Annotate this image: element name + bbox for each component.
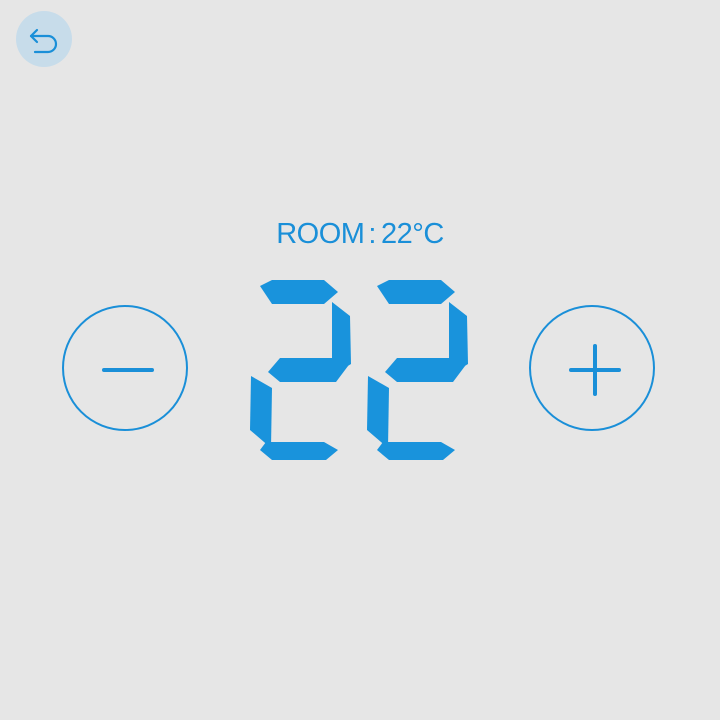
- minus-icon: [102, 368, 154, 372]
- digit-segment-d: [260, 442, 338, 460]
- room-temperature-value: 22: [380, 218, 413, 250]
- room-temperature-unit: °C: [412, 218, 444, 250]
- setpoint-digits: [250, 280, 468, 460]
- room-separator: :: [368, 218, 376, 250]
- digit-segment-g: [385, 358, 465, 382]
- room-label: ROOM: [276, 218, 365, 250]
- increase-temperature-button[interactable]: [529, 305, 655, 431]
- decrease-temperature-button[interactable]: [62, 305, 188, 431]
- digit-segment-a: [377, 280, 455, 304]
- room-temperature-readout: ROOM:22°C: [0, 218, 720, 251]
- setpoint-digit: [367, 280, 468, 460]
- digit-segment-e: [367, 376, 389, 448]
- digit-segment-g: [268, 358, 348, 382]
- digit-segment-e: [250, 376, 272, 448]
- back-button[interactable]: [16, 11, 72, 67]
- digit-segment-d: [377, 442, 455, 460]
- digit-segment-a: [260, 280, 338, 304]
- undo-arrow-icon: [29, 28, 58, 54]
- plus-icon: [569, 344, 621, 396]
- setpoint-digit: [250, 280, 351, 460]
- setpoint-display: [250, 280, 468, 460]
